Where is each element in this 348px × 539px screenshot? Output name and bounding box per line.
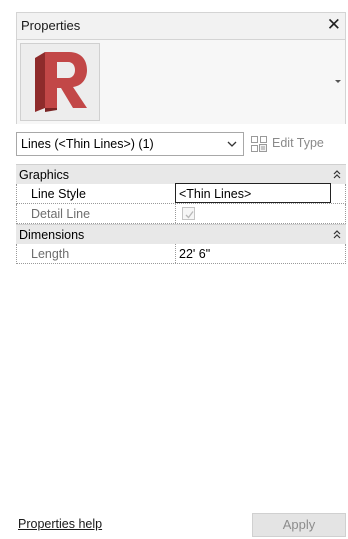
type-selector-row: Lines (<Thin Lines>) (1) Edit Type: [16, 132, 346, 156]
property-value: <Thin Lines>: [179, 187, 252, 201]
group-graphics[interactable]: Graphics: [16, 164, 346, 184]
palette-title: Properties: [21, 18, 81, 33]
property-name: Detail Line: [31, 207, 91, 221]
revit-logo-icon: [35, 52, 87, 112]
type-preview: [16, 40, 346, 124]
dropdown-arrow-icon[interactable]: [333, 76, 343, 86]
close-icon[interactable]: ✕: [327, 15, 341, 35]
palette-footer: Properties help Apply: [16, 510, 346, 539]
properties-palette: Properties ✕ Lines (<Thin Lines>) (1) Ed…: [0, 0, 348, 539]
property-name: Length: [31, 247, 70, 261]
line-style-field[interactable]: <Thin Lines>: [175, 183, 331, 203]
property-grid: Graphics Line Style <Thin Lines> Detail …: [16, 164, 346, 264]
detail-line-checkbox: [182, 207, 195, 220]
apply-button[interactable]: Apply: [252, 513, 346, 537]
property-value-cell: [175, 204, 331, 223]
length-field[interactable]: 22' 6": [175, 244, 331, 263]
properties-help-link[interactable]: Properties help: [18, 517, 102, 531]
property-row-detail-line: Detail Line: [16, 204, 346, 224]
collapse-icon[interactable]: [332, 167, 342, 181]
checkmark-icon: [185, 211, 194, 219]
group-label: Dimensions: [19, 228, 85, 242]
group-dimensions[interactable]: Dimensions: [16, 224, 346, 244]
property-name: Line Style: [31, 187, 86, 201]
property-row-line-style[interactable]: Line Style <Thin Lines>: [16, 183, 346, 204]
edit-type-label: Edit Type: [272, 136, 324, 150]
edit-type-icon: [251, 136, 267, 152]
collapse-icon[interactable]: [332, 227, 342, 241]
edit-type-button[interactable]: Edit Type: [250, 132, 346, 156]
type-selector-dropdown[interactable]: Lines (<Thin Lines>) (1): [16, 132, 244, 156]
title-bar[interactable]: Properties ✕: [16, 12, 346, 40]
property-value: 22' 6": [179, 247, 211, 261]
group-label: Graphics: [19, 168, 70, 182]
type-selector-value: Lines (<Thin Lines>) (1): [21, 137, 154, 151]
property-row-length[interactable]: Length 22' 6": [16, 244, 346, 264]
type-thumbnail[interactable]: [20, 43, 100, 121]
chevron-down-icon: [227, 141, 237, 147]
